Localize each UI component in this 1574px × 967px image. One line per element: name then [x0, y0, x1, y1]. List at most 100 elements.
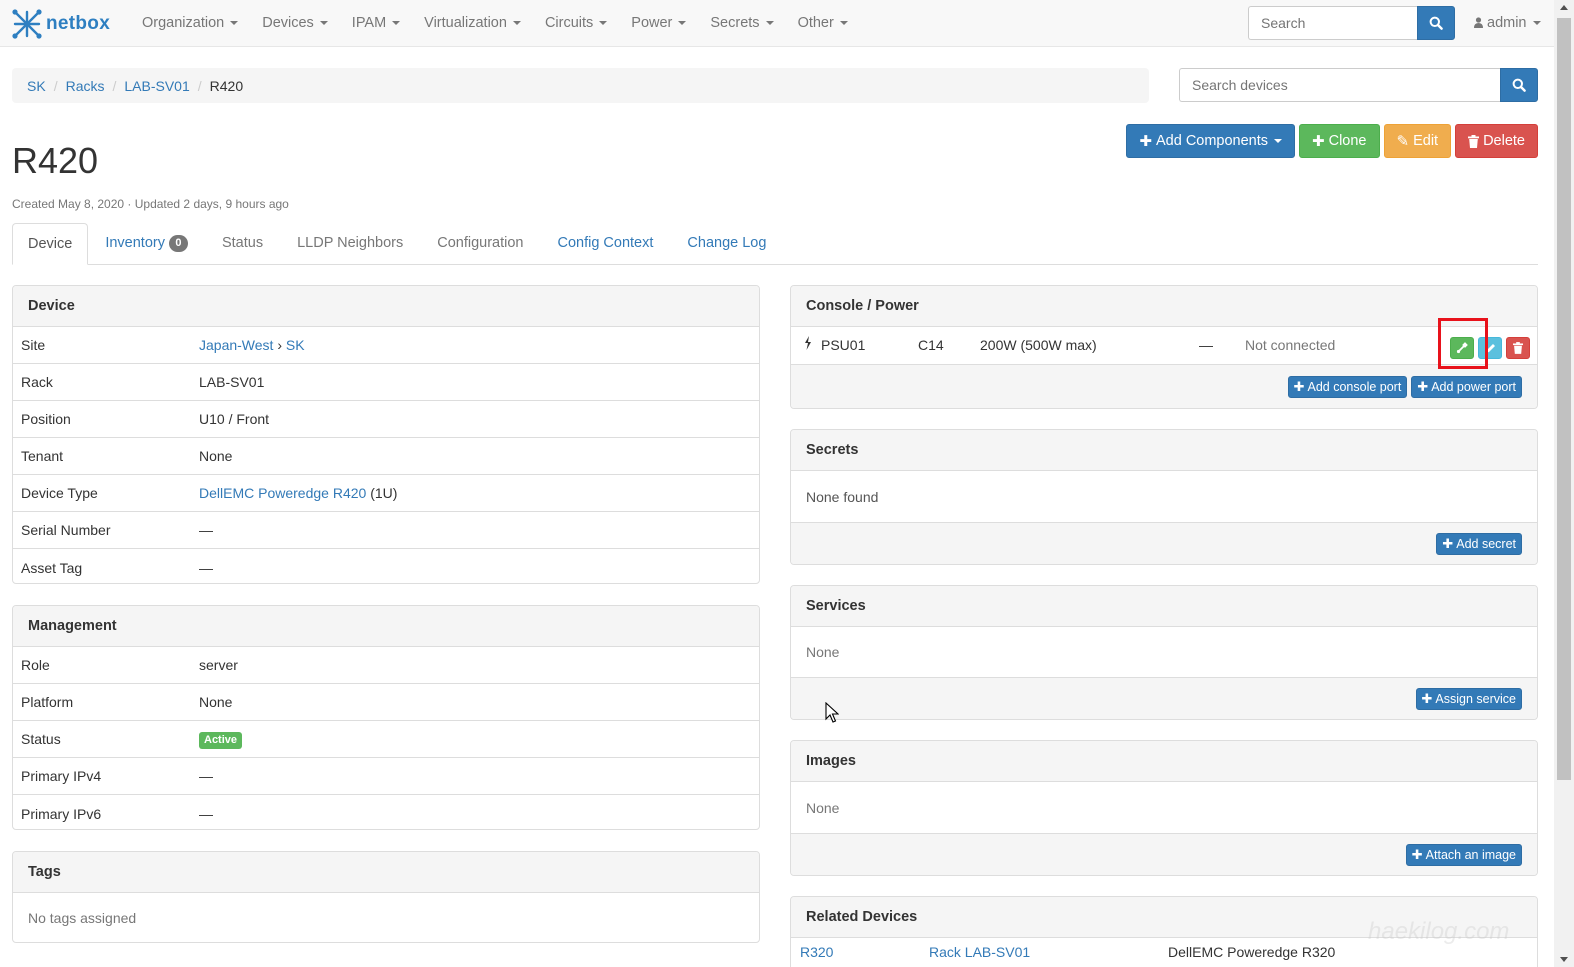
add-console-port-button[interactable]: ✚ Add console port	[1287, 375, 1408, 398]
device-search-input[interactable]	[1179, 68, 1500, 102]
plus-icon: ✚	[1312, 133, 1325, 150]
tab-config-context[interactable]: Config Context	[540, 223, 670, 264]
search-icon	[1512, 78, 1526, 92]
device-actions: ✚ Add Components ✚ Clone ✎ Edit Delete	[1126, 124, 1538, 158]
role-link[interactable]: server	[199, 657, 238, 673]
edit-power-port-button[interactable]	[1478, 337, 1502, 359]
menu-virtualization[interactable]: Virtualization	[412, 0, 533, 47]
connect-cable-button[interactable]	[1450, 337, 1474, 359]
user-menu[interactable]: admin	[1474, 0, 1541, 46]
breadcrumb-site[interactable]: SK	[27, 78, 46, 94]
scroll-down-icon[interactable]	[1560, 957, 1568, 962]
tenant-label: Tenant	[21, 448, 64, 464]
asset-tag-label: Asset Tag	[21, 559, 83, 576]
power-port-type: C14	[918, 337, 944, 353]
tab-lldp-neighbors[interactable]: LLDP Neighbors	[280, 223, 420, 264]
page-scrollbar[interactable]	[1554, 0, 1574, 967]
table-row: Status Active	[13, 721, 759, 758]
attach-image-button[interactable]: ✚ Attach an image	[1405, 844, 1522, 866]
services-footer: ✚ Assign service	[791, 677, 1537, 719]
power-port-actions	[1450, 337, 1530, 359]
device-type-label: Device Type	[21, 485, 98, 501]
menu-secrets[interactable]: Secrets	[698, 0, 785, 47]
tab-status[interactable]: Status	[205, 223, 280, 264]
menu-circuits[interactable]: Circuits	[533, 0, 619, 47]
serial-number-label: Serial Number	[21, 522, 111, 538]
position-label: Position	[21, 411, 71, 427]
breadcrumb-separator: /	[197, 77, 202, 94]
add-secret-button[interactable]: ✚ Add secret	[1436, 533, 1522, 555]
table-row: Platform None	[13, 684, 759, 721]
device-tabs: Device Inventory 0 Status LLDP Neighbors …	[12, 223, 1538, 265]
main-menu: Organization Devices IPAM Virtualization…	[130, 0, 860, 47]
menu-ipam[interactable]: IPAM	[340, 0, 412, 47]
images-heading: Images	[791, 741, 1537, 782]
related-device-type: DellEMC Poweredge R320	[1168, 944, 1336, 960]
brand[interactable]: netbox	[12, 9, 110, 39]
delete-power-port-button[interactable]	[1506, 337, 1530, 359]
menu-other[interactable]: Other	[786, 0, 860, 47]
console-power-footer: ✚ Add console port ✚ Add power port	[791, 365, 1537, 408]
primary-ipv4-label: Primary IPv4	[21, 768, 102, 784]
global-search-button[interactable]	[1417, 6, 1455, 40]
scrollbar-thumb[interactable]	[1557, 18, 1571, 780]
related-device-link[interactable]: R320	[800, 944, 833, 960]
chevron-down-icon	[392, 21, 401, 26]
pencil-icon: ✎	[1396, 133, 1410, 150]
primary-ipv4-value: —	[199, 768, 213, 784]
connect-icon	[1456, 342, 1468, 354]
plus-icon: ✚	[1293, 378, 1305, 394]
plus-icon: ✚	[1421, 691, 1433, 706]
related-device-rack-link[interactable]: Rack LAB-SV01	[929, 944, 1030, 960]
images-footer: ✚ Attach an image	[791, 833, 1537, 875]
tab-change-log[interactable]: Change Log	[670, 223, 783, 264]
chevron-down-icon	[319, 21, 328, 26]
tab-device[interactable]: Device	[12, 223, 89, 265]
pencil-icon	[1485, 343, 1495, 353]
tenant-value: None	[199, 448, 233, 464]
table-row: Asset Tag —	[13, 549, 759, 583]
table-row: Device Type DellEMC Poweredge R420 (1U)	[13, 475, 759, 512]
serial-number-value: —	[199, 522, 213, 538]
breadcrumb-rack[interactable]: LAB-SV01	[124, 78, 189, 94]
services-empty-text: None	[806, 644, 840, 660]
site-link[interactable]: SK	[286, 337, 305, 353]
trash-icon	[1468, 134, 1480, 148]
breadcrumb-racks[interactable]: Racks	[66, 78, 105, 94]
menu-organization[interactable]: Organization	[130, 0, 250, 47]
primary-ipv6-value: —	[199, 805, 213, 822]
platform-label: Platform	[21, 694, 74, 710]
edit-button[interactable]: ✎ Edit	[1383, 124, 1452, 158]
region-site-separator: ›	[277, 337, 283, 353]
device-type-link[interactable]: DellEMC Poweredge R420	[199, 485, 366, 501]
netbox-logo-icon	[12, 9, 42, 39]
device-search-button[interactable]	[1500, 68, 1538, 102]
tab-configuration[interactable]: Configuration	[420, 223, 540, 264]
console-power-heading: Console / Power	[791, 286, 1537, 327]
global-search-input[interactable]	[1248, 6, 1417, 40]
plus-icon: ✚	[1442, 536, 1454, 551]
plus-icon: ✚	[1411, 847, 1423, 862]
images-empty-text: None	[806, 799, 840, 816]
assign-service-button[interactable]: ✚ Assign service	[1415, 688, 1522, 710]
add-power-port-button[interactable]: ✚ Add power port	[1411, 375, 1522, 398]
tab-inventory[interactable]: Inventory 0	[88, 223, 205, 264]
menu-devices[interactable]: Devices	[250, 0, 340, 47]
clone-button[interactable]: ✚ Clone	[1299, 124, 1380, 158]
menu-power[interactable]: Power	[619, 0, 698, 47]
delete-button[interactable]: Delete	[1455, 124, 1538, 158]
management-panel: Management Role server Platform None Sta…	[12, 605, 760, 830]
site-value: Japan-West › SK	[199, 337, 305, 353]
plus-icon: ✚	[1417, 378, 1429, 394]
brand-name: netbox	[46, 13, 111, 34]
username: admin	[1487, 15, 1527, 31]
region-link[interactable]: Japan-West	[199, 337, 273, 353]
table-row: Primary IPv4 —	[13, 758, 759, 795]
rack-link[interactable]: LAB-SV01	[199, 374, 264, 390]
add-components-button[interactable]: ✚ Add Components	[1126, 124, 1296, 158]
power-port-draw: 200W (500W max)	[980, 337, 1097, 353]
inventory-count-badge: 0	[168, 235, 188, 252]
scroll-up-icon[interactable]	[1560, 5, 1568, 10]
breadcrumb: SK / Racks / LAB-SV01 / R420	[12, 68, 1149, 103]
device-type-height: (1U)	[370, 485, 398, 501]
